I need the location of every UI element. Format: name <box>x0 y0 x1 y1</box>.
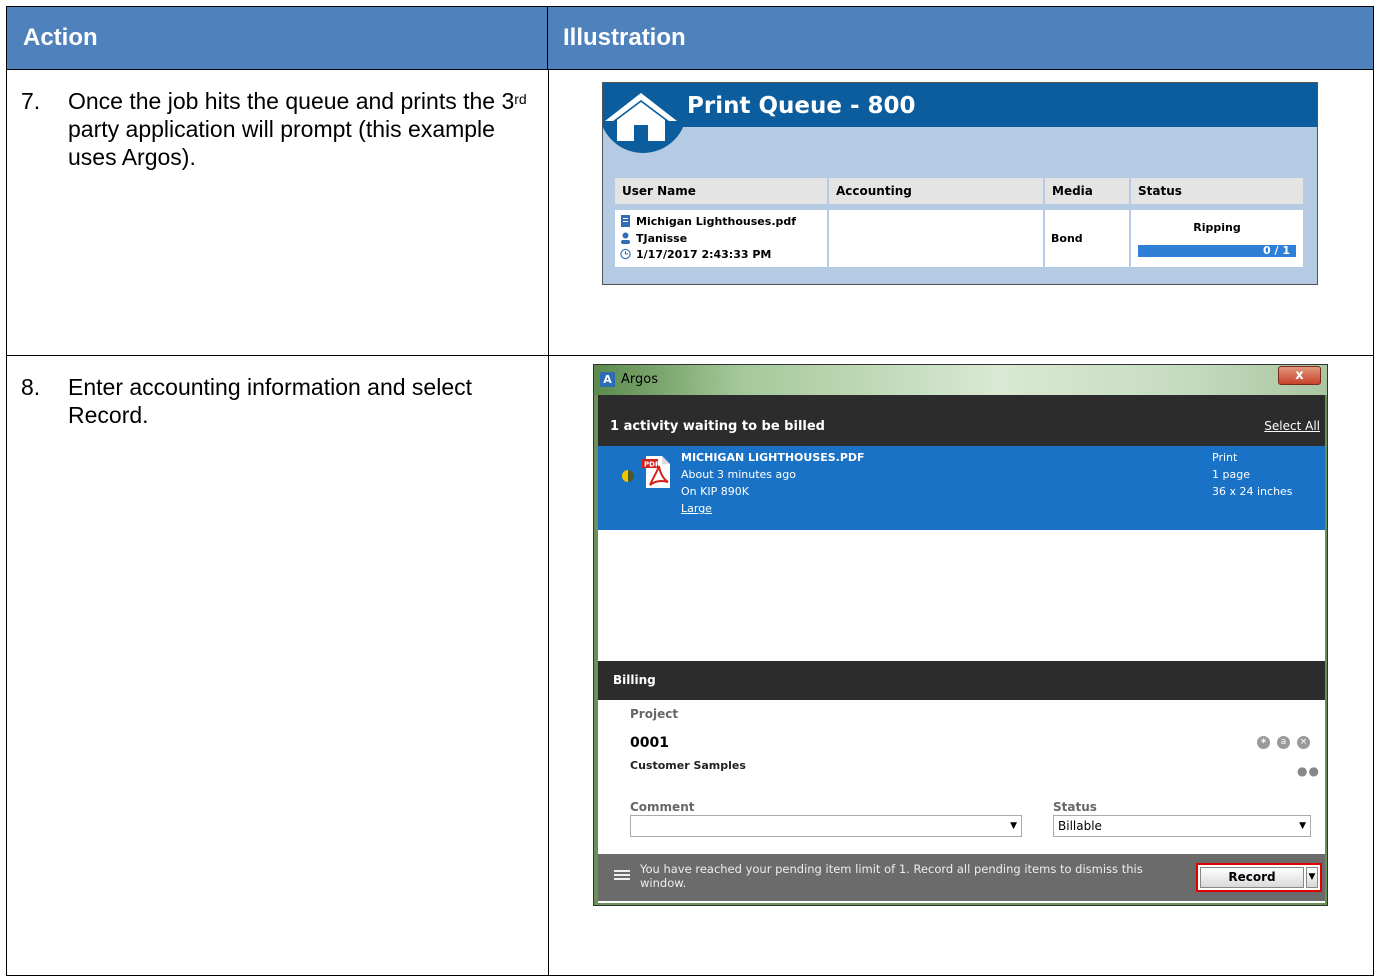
item-dimensions: 36 x 24 inches <box>1212 485 1293 498</box>
home-button[interactable] <box>603 83 687 153</box>
record-highlight: Record ▼ <box>1196 863 1322 892</box>
queue-timestamp: 1/17/2017 2:43:33 PM <box>636 248 772 261</box>
comment-label: Comment <box>630 800 695 814</box>
status-text: Ripping <box>1193 221 1241 234</box>
status-selected-value: Billable <box>1058 819 1102 833</box>
more-options-icon[interactable]: ●● <box>1297 764 1320 778</box>
queue-user-name: TJanisse <box>636 232 688 245</box>
item-device: On KIP 890K <box>681 485 749 498</box>
print-queue-screenshot: Print Queue - 800 User Name Accounting M… <box>602 82 1318 285</box>
action-column-header: Action <box>7 7 548 69</box>
status-label: Status <box>1053 800 1097 814</box>
queue-row-user[interactable]: Michigan Lighthouses.pdf TJanisse 1/17/2… <box>615 210 827 267</box>
comment-field[interactable]: ▼ <box>630 815 1022 837</box>
record-button[interactable]: Record <box>1200 867 1304 888</box>
billing-header: Billing <box>598 661 1325 700</box>
list-icon <box>614 870 630 884</box>
chevron-down-icon: ▼ <box>1299 821 1306 831</box>
column-divider <box>548 69 549 975</box>
item-size-link[interactable]: Large <box>681 500 712 517</box>
document-icon <box>621 215 630 227</box>
media-value: Bond <box>1051 232 1083 245</box>
step-number: 8. <box>21 374 41 400</box>
queue-row-accounting <box>829 210 1043 267</box>
status-select[interactable]: Billable ▼ <box>1053 815 1311 837</box>
argos-window: A Argos x 1 activity waiting to be bille… <box>593 364 1328 906</box>
activity-count-text: 1 activity waiting to be billed <box>610 419 825 434</box>
status-dot-icon <box>622 470 634 482</box>
select-all-link[interactable]: Select All <box>1264 407 1320 446</box>
project-label: Project <box>630 707 679 721</box>
clock-icon <box>620 248 631 260</box>
chevron-down-icon: ▼ <box>1010 821 1017 831</box>
col-header-user-name[interactable]: User Name <box>615 178 827 204</box>
progress-text: 0 / 1 <box>1263 244 1290 257</box>
item-file-name: MICHIGAN LIGHTHOUSES.PDF <box>681 451 865 464</box>
item-time: About 3 minutes ago <box>681 468 796 481</box>
step-number: 7. <box>21 88 41 114</box>
project-description: Customer Samples <box>630 759 746 772</box>
col-header-media[interactable]: Media <box>1045 178 1129 204</box>
print-queue-title: Print Queue - 800 <box>687 93 916 119</box>
queue-file-name: Michigan Lighthouses.pdf <box>636 215 797 228</box>
info-icon[interactable]: a <box>1277 736 1290 749</box>
pdf-icon: PDF <box>642 456 670 488</box>
progress-bar: 0 / 1 <box>1138 244 1296 257</box>
argos-body: 1 activity waiting to be billed Select A… <box>598 395 1325 903</box>
pending-limit-message: You have reached your pending item limit… <box>640 862 1143 890</box>
user-icon <box>621 232 630 244</box>
illustration-column-header: Illustration <box>548 7 1373 69</box>
col-header-status[interactable]: Status <box>1131 178 1303 204</box>
queue-row-status: Ripping 0 / 1 <box>1131 210 1303 267</box>
item-pages: 1 page <box>1212 468 1250 481</box>
item-type: Print <box>1212 451 1238 464</box>
app-icon: A <box>600 372 615 387</box>
window-title: Argos <box>621 372 658 387</box>
step-text: Enter accounting information and select … <box>68 374 473 428</box>
project-code[interactable]: 0001 <box>630 735 669 751</box>
record-dropdown-button[interactable]: ▼ <box>1306 867 1318 888</box>
activity-item[interactable]: PDF MICHIGAN LIGHTHOUSES.PDF About 3 min… <box>598 446 1325 530</box>
footer-bar: You have reached your pending item limit… <box>598 854 1325 901</box>
home-icon <box>605 93 677 141</box>
favorite-icon[interactable]: ✶ <box>1257 736 1270 749</box>
col-header-accounting[interactable]: Accounting <box>829 178 1043 204</box>
queue-row-media: Bond <box>1045 210 1129 267</box>
close-button[interactable]: x <box>1278 366 1321 385</box>
window-titlebar[interactable]: A Argos x <box>594 365 1327 395</box>
clear-icon[interactable]: × <box>1297 736 1310 749</box>
step-text: Once the job hits the queue and prints t… <box>68 88 527 170</box>
header-divider <box>7 69 1373 70</box>
activity-header: 1 activity waiting to be billed Select A… <box>598 407 1325 446</box>
row-divider <box>7 355 1373 356</box>
